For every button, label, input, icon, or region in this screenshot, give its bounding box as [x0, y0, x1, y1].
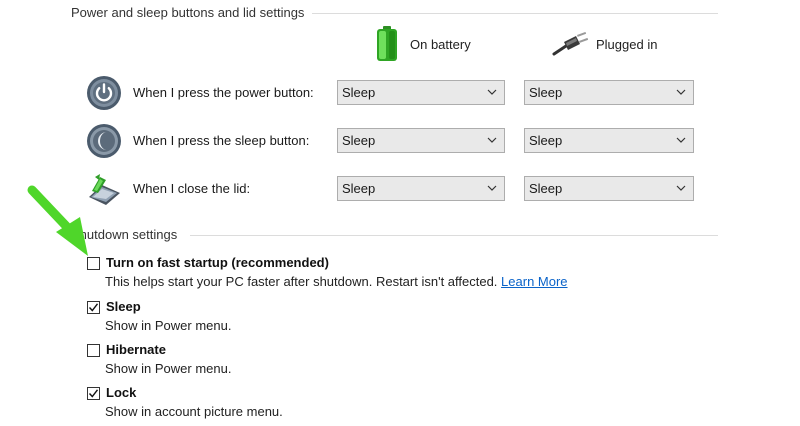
dropdown-value: Sleep [529, 181, 563, 196]
hibernate-checkbox[interactable] [87, 344, 100, 357]
close-lid-on-battery-dropdown[interactable]: Sleep [337, 176, 505, 201]
chevron-down-icon [676, 137, 686, 143]
dropdown-value: Sleep [342, 133, 376, 148]
battery-icon [377, 26, 397, 61]
plugged-in-label: Plugged in [596, 36, 658, 52]
sleep-button-row: When I press the sleep button: Sleep Sle… [86, 123, 706, 159]
sleep-button-label: When I press the sleep button: [133, 133, 310, 148]
checkmark-icon [88, 389, 99, 398]
chevron-down-icon [487, 185, 497, 191]
hibernate-description: Show in Power menu. [105, 361, 232, 376]
plug-icon [552, 32, 588, 56]
fast-startup-description: This helps start your PC faster after sh… [105, 274, 568, 289]
chevron-down-icon [676, 89, 686, 95]
lock-description: Show in account picture menu. [105, 404, 283, 419]
hibernate-title: Hibernate [106, 342, 166, 357]
sleep-title: Sleep [106, 299, 141, 314]
power-button-plugged-in-dropdown[interactable]: Sleep [524, 80, 694, 105]
power-button-label: When I press the power button: [133, 85, 314, 100]
close-lid-label: When I close the lid: [133, 181, 251, 196]
dropdown-value: Sleep [529, 85, 563, 100]
green-arrow-icon [27, 185, 88, 256]
learn-more-link[interactable]: Learn More [501, 274, 567, 289]
lock-title: Lock [106, 385, 137, 400]
power-button-icon [87, 76, 121, 110]
close-lid-row: When I close the lid: Sleep Sleep [86, 171, 706, 207]
power-button-row: When I press the power button: Sleep Sle… [86, 75, 706, 111]
sleep-checkbox[interactable] [87, 301, 100, 314]
power-button-on-battery-dropdown[interactable]: Sleep [337, 80, 505, 105]
sleep-description: Show in Power menu. [105, 318, 232, 333]
on-battery-column-header: On battery [372, 24, 471, 64]
lock-checkbox[interactable] [87, 387, 100, 400]
chevron-down-icon [676, 185, 686, 191]
on-battery-label: On battery [410, 36, 471, 52]
sleep-button-plugged-in-dropdown[interactable]: Sleep [524, 128, 694, 153]
dropdown-value: Sleep [529, 133, 563, 148]
chevron-down-icon [487, 137, 497, 143]
fast-startup-description-text: This helps start your PC faster after sh… [105, 274, 498, 289]
sleep-button-on-battery-dropdown[interactable]: Sleep [337, 128, 505, 153]
close-lid-plugged-in-dropdown[interactable]: Sleep [524, 176, 694, 201]
dropdown-value: Sleep [342, 85, 376, 100]
dropdown-value: Sleep [342, 181, 376, 196]
power-options-system-settings: Power and sleep buttons and lid settings… [0, 0, 800, 426]
sleep-button-icon [87, 124, 121, 158]
power-buttons-group-header: Power and sleep buttons and lid settings [0, 3, 720, 23]
power-buttons-section-title: Power and sleep buttons and lid settings [71, 5, 313, 20]
checkmark-icon [88, 303, 99, 312]
group-divider [190, 235, 718, 236]
group-divider [310, 13, 718, 14]
chevron-down-icon [487, 89, 497, 95]
plugged-in-column-header: Plugged in [552, 24, 657, 64]
fast-startup-title: Turn on fast startup (recommended) [106, 255, 329, 270]
